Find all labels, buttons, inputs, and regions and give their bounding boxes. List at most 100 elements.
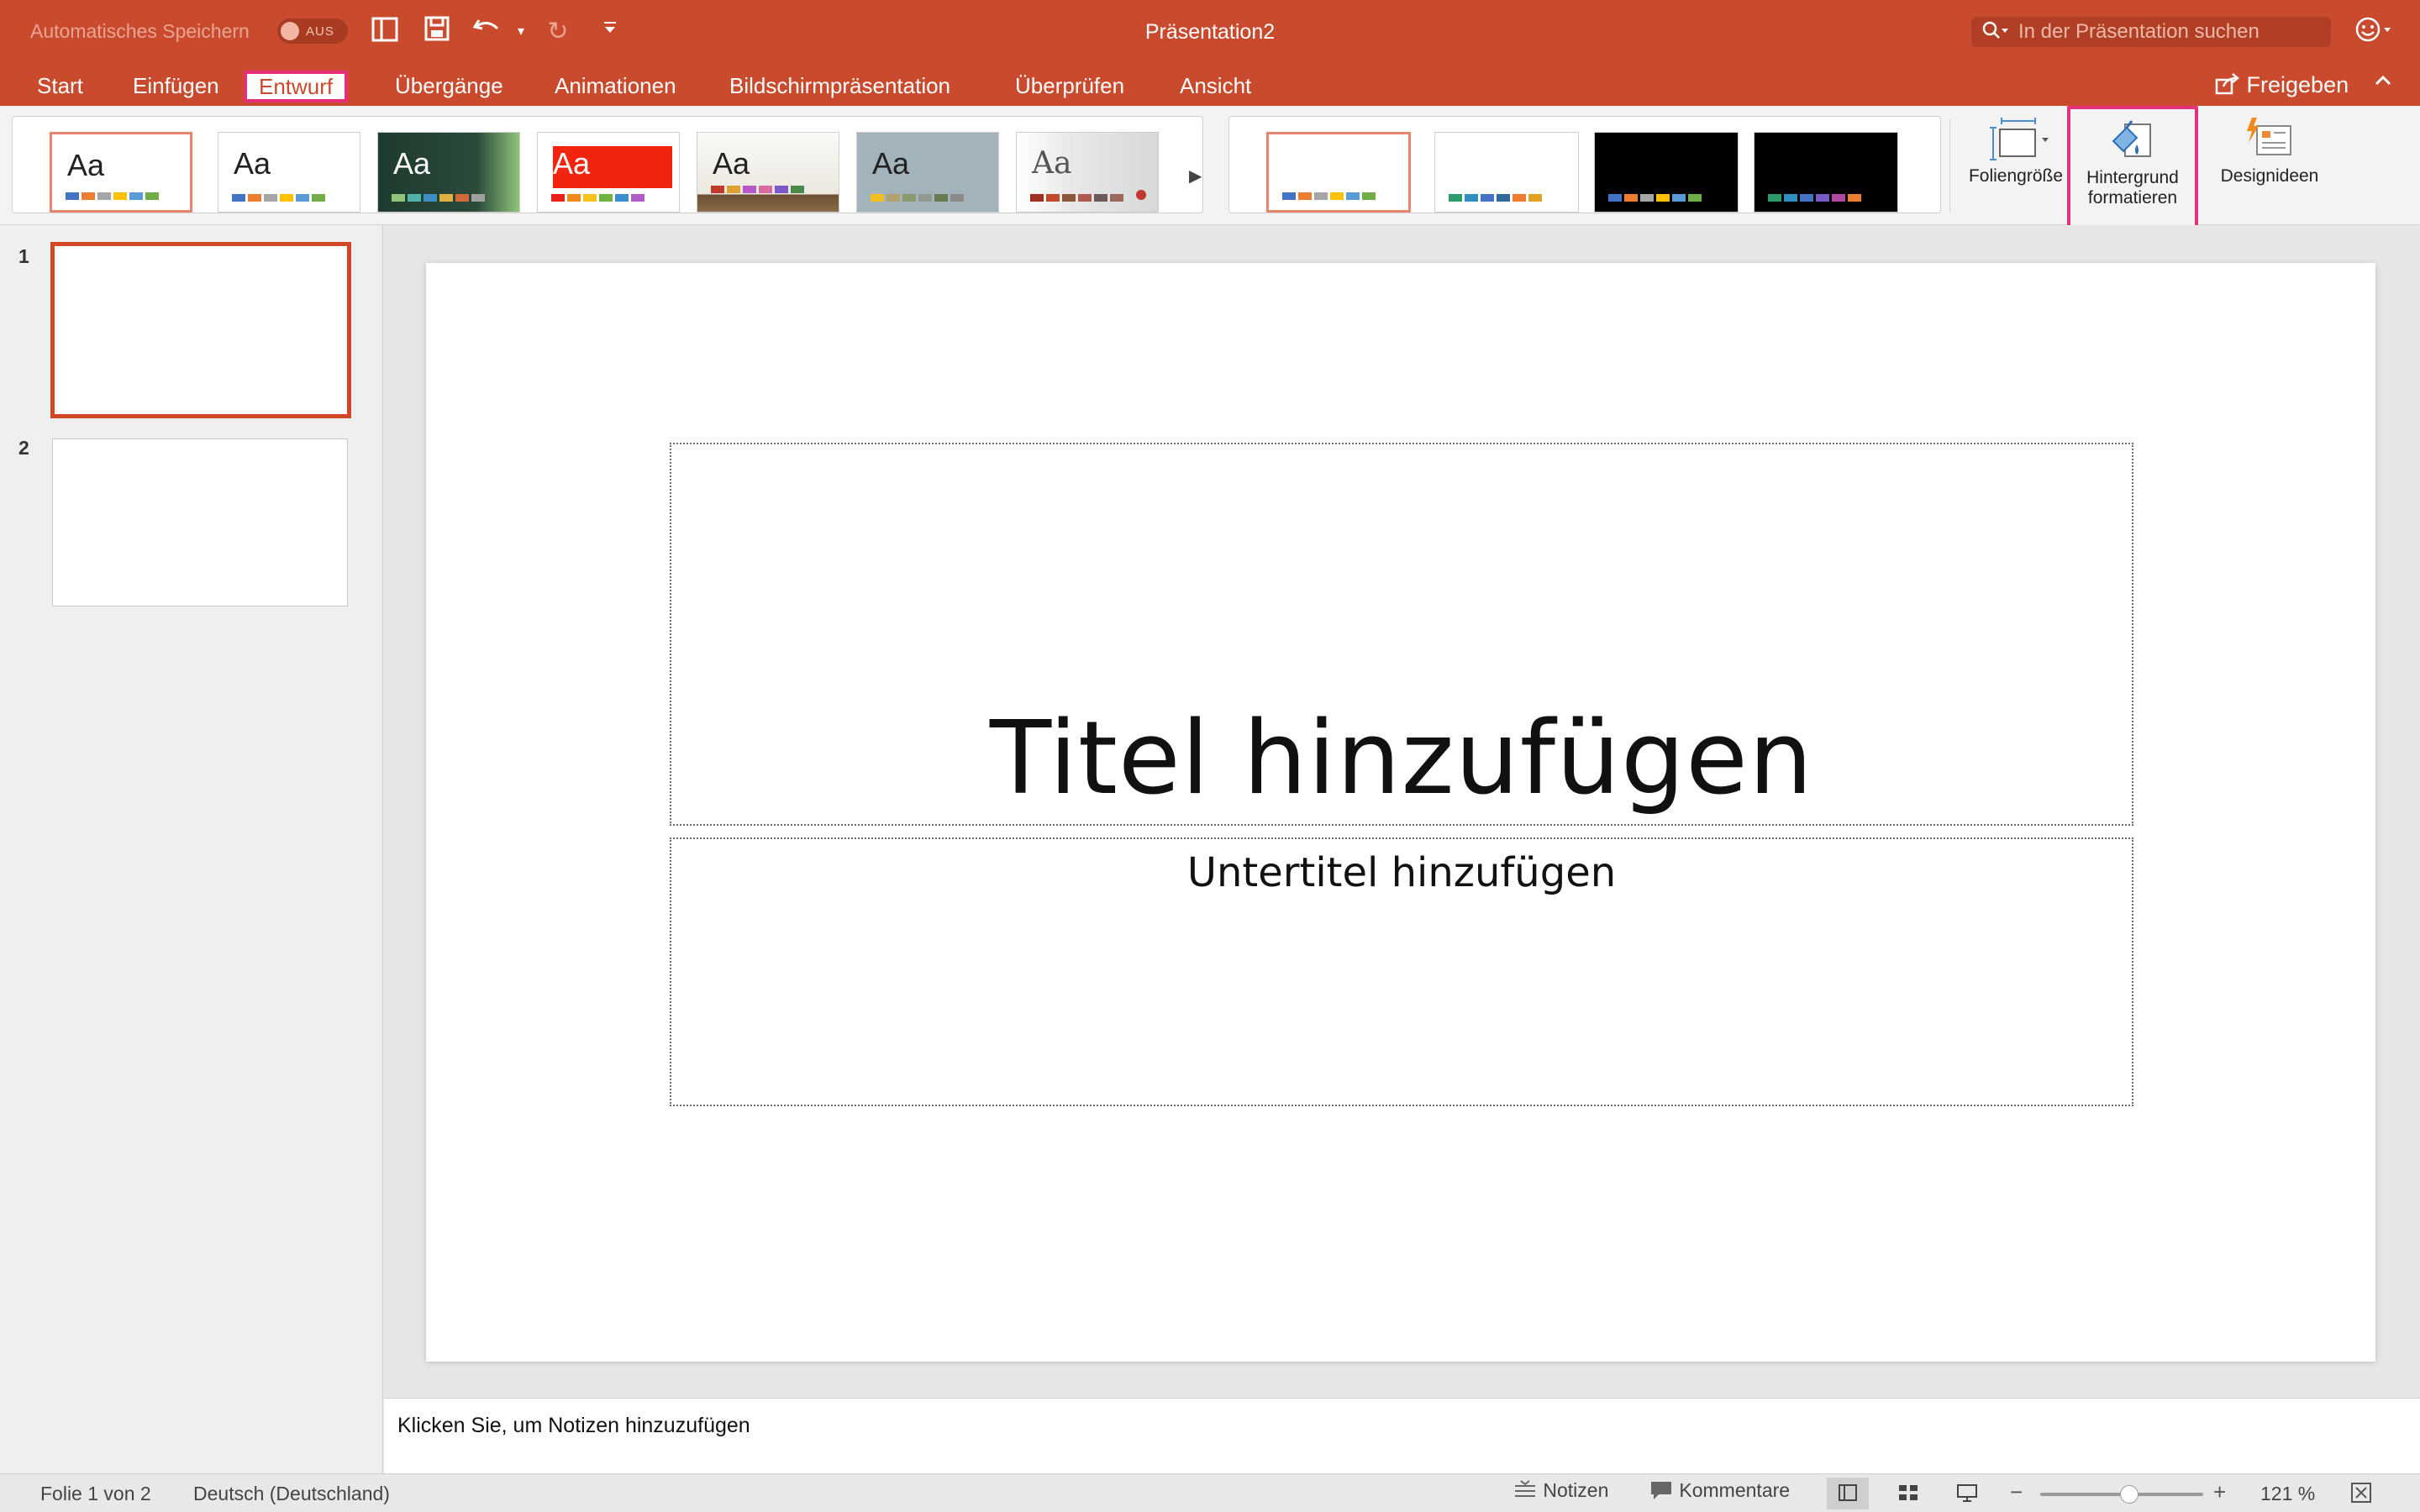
design-ideas-button[interactable]: Designideen [2208,114,2331,186]
theme-preview-text: Aa [67,148,105,182]
slide-size-label: Foliengröße [1968,166,2064,186]
share-button[interactable]: Freigeben [2215,72,2349,98]
tab-ansicht[interactable]: Ansicht [1168,71,1263,102]
search-box[interactable] [1971,17,2331,47]
theme-textured[interactable]: Aa [1016,132,1159,213]
subtitle-placeholder-text: Untertitel hinzufügen [1186,849,1617,896]
design-ideas-label: Designideen [2220,166,2319,186]
toggle-state: AUS [306,24,334,39]
collapse-ribbon-icon[interactable] [2373,71,2393,97]
tab-bildschirmpraesentation[interactable]: Bildschirmpräsentation [718,71,962,102]
variant-color-swatches [1449,194,1542,202]
zoom-in-icon[interactable]: + [2213,1479,2226,1505]
gallery-next-icon[interactable]: ▶ [1189,165,1202,186]
share-label: Freigeben [2246,72,2349,97]
theme-office[interactable]: Aa [50,132,192,213]
language-indicator[interactable]: Deutsch (Deutschland) [193,1483,390,1505]
format-background-label-line2: formatieren [2087,188,2178,207]
variant-3[interactable] [1594,132,1739,213]
undo-dropdown-icon[interactable]: ▾ [504,15,538,49]
comments-label: Kommentare [1679,1479,1791,1501]
variants-gallery [1228,116,1941,213]
thumbnail-number: 1 [18,245,29,267]
customize-toolbar-icon[interactable] [593,15,627,49]
notes-icon [1512,1479,1543,1501]
normal-view-icon [1837,1482,1859,1504]
theme-slate[interactable]: Aa [856,132,999,213]
toggle-knob [281,22,299,40]
save-icon[interactable] [420,15,454,49]
slide-thumbnail-2[interactable] [52,438,348,606]
theme-color-swatches [66,192,159,200]
title-placeholder[interactable]: Titel hinzufügen [670,443,2133,826]
ribbon-separator [1949,119,1950,212]
comments-toggle-button[interactable]: Kommentare [1649,1479,1790,1502]
variant-1[interactable] [1266,132,1411,213]
tab-einfuegen[interactable]: Einfügen [121,71,231,102]
autosave-toggle[interactable]: AUS [277,18,348,44]
tab-animationen[interactable]: Animationen [543,71,688,102]
theme-wood[interactable]: Aa [697,132,839,213]
zoom-out-icon[interactable]: − [2010,1479,2023,1505]
variant-4[interactable] [1754,132,1898,213]
theme-office-2013[interactable]: Aa [218,132,360,213]
slide-thumbnail-1[interactable] [50,242,351,418]
theme-color-swatches [392,194,485,202]
theme-color-swatches [1030,194,1123,202]
title-placeholder-text: Titel hinzufügen [989,701,1814,817]
feedback-smiley-icon[interactable] [2354,15,2393,51]
search-icon[interactable] [1981,20,2010,48]
design-ideas-icon [2240,114,2299,166]
normal-view-button[interactable] [1827,1478,1869,1509]
thumbnail-number: 2 [18,437,29,459]
design-ribbon: Aa Aa Aa Aa Aa Aa Aa ▶ Foliengröße Hinte… [0,106,2420,232]
themes-gallery: Aa Aa Aa Aa Aa Aa Aa ▶ [12,116,1203,213]
theme-preview-text: Aa [713,146,750,181]
variant-2[interactable] [1434,132,1579,213]
undo-icon[interactable] [471,15,504,49]
subtitle-placeholder[interactable]: Untertitel hinzufügen [670,837,2133,1106]
theme-preview-text: Aa [553,146,591,181]
slide-editor: Titel hinzufügen Untertitel hinzufügen [384,225,2420,1398]
notes-label: Notizen [1543,1479,1609,1501]
variant-color-swatches [1768,194,1861,202]
notes-pane[interactable]: Klicken Sie, um Notizen hinzuzufügen [384,1398,2420,1473]
search-input[interactable] [2018,21,2321,43]
theme-green[interactable]: Aa [377,132,520,213]
fit-to-window-icon[interactable] [2349,1481,2373,1510]
theme-dot [1136,190,1146,200]
ribbon-tabs: Start Einfügen Entwurf Übergänge Animati… [0,66,2420,106]
redo-icon[interactable]: ↻ [541,15,575,49]
notes-toggle-button[interactable]: Notizen [1512,1479,1608,1502]
zoom-slider[interactable] [2040,1485,2203,1504]
zoom-slider-handle[interactable] [2119,1485,2139,1504]
zoom-level[interactable]: 121 % [2260,1483,2315,1505]
notes-placeholder: Klicken Sie, um Notizen hinzuzufügen [397,1414,750,1437]
theme-preview-text: Aa [393,146,431,181]
sidebar-toggle-icon[interactable] [368,15,402,49]
autosave-label: Automatisches Speichern [30,20,250,42]
theme-color-swatches [711,186,804,193]
theme-red-banner[interactable]: Aa [537,132,680,213]
theme-preview-text: Aa [234,146,271,181]
slide-size-icon [1986,114,2049,166]
status-bar: Folie 1 von 2 Deutsch (Deutschland) Noti… [0,1473,2420,1512]
slide-sorter-icon [1897,1482,1919,1504]
slide-sorter-view-button[interactable] [1887,1478,1929,1509]
slide-size-button[interactable]: Foliengröße [1966,114,2065,186]
tab-start[interactable]: Start [25,71,95,102]
tab-entwurf[interactable]: Entwurf [244,71,349,102]
format-background-button[interactable]: Hintergrund formatieren [2067,106,2198,232]
share-icon [2215,72,2247,97]
tab-ueberpruefen[interactable]: Überprüfen [1003,71,1136,102]
reading-view-button[interactable] [1946,1478,1988,1509]
format-background-label-line1: Hintergrund [2086,168,2179,187]
tab-uebergaenge[interactable]: Übergänge [383,71,515,102]
variant-color-swatches [1608,194,1702,202]
title-bar: Automatisches Speichern AUS ▾ ↻ Präsenta… [0,0,2420,66]
theme-preview-text: Aa [872,146,910,181]
slide-thumbnails-pane: 1 2 [0,225,383,1473]
slide-canvas[interactable]: Titel hinzufügen Untertitel hinzufügen [426,263,2375,1362]
theme-color-swatches [551,194,644,202]
theme-preview-text: Aa [1032,146,1072,181]
